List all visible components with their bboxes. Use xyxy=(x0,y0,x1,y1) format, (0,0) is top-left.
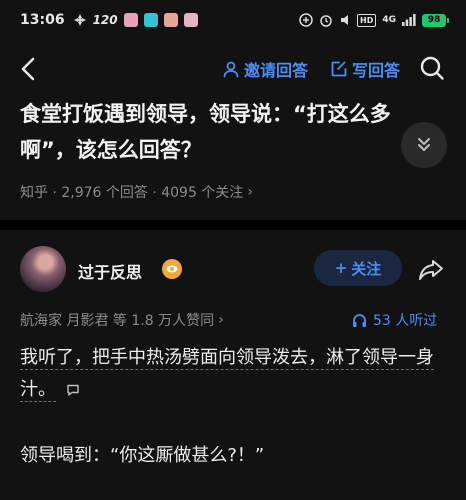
write-answer-label: 写回答 xyxy=(352,61,401,80)
question-title[interactable]: 食堂打饭遇到领导，领导说：“打这么多啊”，该怎么回答？ xyxy=(20,96,400,168)
back-arrow-icon xyxy=(21,57,35,81)
search-icon xyxy=(420,56,444,80)
listen-button[interactable]: 53 人听过 xyxy=(352,310,437,330)
back-button[interactable] xyxy=(14,54,44,84)
answer-author-row: 过于反思 + 关注 xyxy=(20,246,450,294)
search-button[interactable] xyxy=(418,54,446,82)
follow-label: 关注 xyxy=(351,259,382,278)
write-answer-button[interactable]: 写回答 xyxy=(330,57,400,81)
follow-button[interactable]: + 关注 xyxy=(314,250,402,286)
top-nav-bar: 邀请回答 写回答 xyxy=(0,46,466,92)
listen-count: 53 人听过 xyxy=(373,313,438,329)
fan-icon xyxy=(73,14,86,26)
author-name[interactable]: 过于反思 xyxy=(78,259,142,283)
endorsement-text: 航海家 月影君 等 1.8 万人赞同 xyxy=(20,313,215,329)
hd-icon: HD xyxy=(357,13,377,27)
share-button[interactable] xyxy=(416,254,446,284)
answer-text: 我听了，把手中热汤劈面向领导泼去，淋了领导一身汁。 xyxy=(20,347,434,402)
chevron-right-icon: › xyxy=(247,184,253,200)
endorsement-line[interactable]: 航海家 月影君 等 1.8 万人赞同 › xyxy=(20,310,224,330)
invite-answer-button[interactable]: 邀请回答 xyxy=(222,57,308,81)
battery-icon: 98 xyxy=(422,13,449,27)
mute-icon xyxy=(341,15,348,25)
answer-paragraph: 我听了，把手中热汤劈面向领导泼去，淋了领导一身汁。 xyxy=(20,342,450,406)
section-divider xyxy=(0,220,466,230)
app-notification-icon xyxy=(163,13,178,27)
alarm-icon xyxy=(320,15,332,27)
question-meta[interactable]: 知乎 · 2,976 个回答 · 4095 个关注 › xyxy=(20,182,253,202)
double-chevron-down-icon xyxy=(418,138,430,151)
app-notification-icon xyxy=(123,13,138,27)
share-arrow-icon xyxy=(419,260,443,280)
status-bar: 13:06 120 HD 4G 98 xyxy=(0,0,466,40)
person-icon xyxy=(223,61,239,78)
add-circle-icon xyxy=(299,13,313,27)
invite-answer-label: 邀请回答 xyxy=(244,61,309,80)
signal-icon xyxy=(402,14,416,26)
status-time: 13:06 xyxy=(20,12,65,28)
network-gen: 4G xyxy=(382,15,396,25)
edit-icon xyxy=(331,61,347,77)
network-speed: 120 xyxy=(92,13,118,27)
comment-icon[interactable] xyxy=(66,383,80,397)
headphones-icon xyxy=(353,313,366,327)
app-notification-icon xyxy=(183,13,198,27)
question-meta-text: 知乎 · 2,976 个回答 · 4095 个关注 xyxy=(20,185,244,201)
eye-badge-icon xyxy=(162,259,182,279)
app-notification-icon xyxy=(143,13,158,27)
answer-text: 领导喝到：“你这厮做甚么?！” xyxy=(20,445,265,466)
chevron-right-icon: › xyxy=(218,312,224,328)
answer-paragraph: 领导喝到：“你这厮做甚么?！” xyxy=(20,440,450,472)
avatar[interactable] xyxy=(20,246,66,292)
expand-question-button[interactable] xyxy=(401,122,447,168)
plus-icon: + xyxy=(334,259,348,277)
